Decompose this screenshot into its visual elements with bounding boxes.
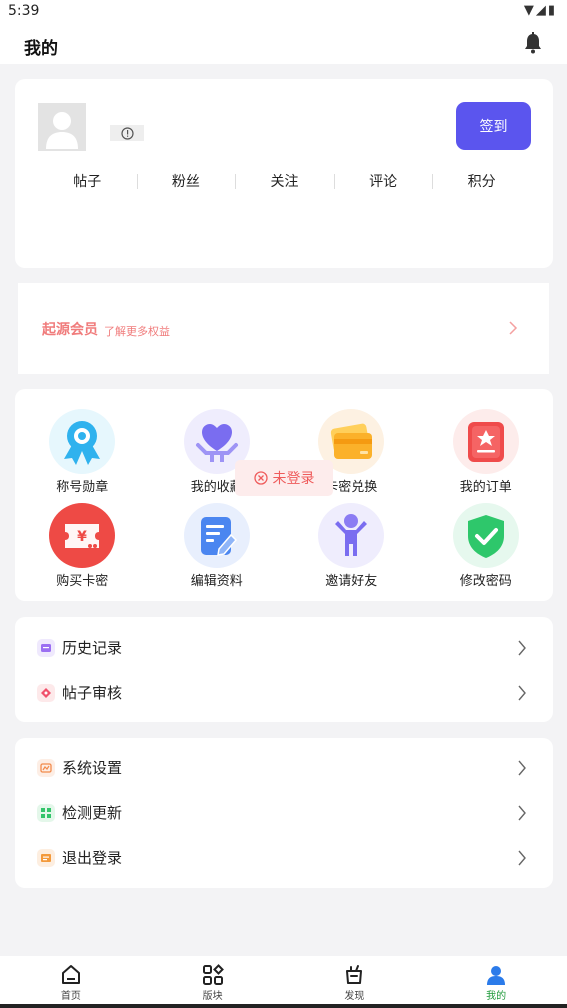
page-title: 我的 [24,39,58,59]
tab-home[interactable]: 首页 [0,956,142,1004]
stat-posts[interactable]: 帖子 [38,171,137,193]
review-icon [37,683,55,702]
grid-label: 修改密码 [459,574,512,589]
grid-label: 称号勋章 [56,480,109,495]
svg-text:¥: ¥ [77,529,87,545]
system-navigation-bar [0,1004,567,1008]
info-icon [120,126,134,140]
function-grid: 称号勋章 我的收藏 卡密兑换 我的订单 ¥ 购买卡密 编辑资料 邀请好友 修改密… [15,409,553,589]
wifi-icon: ▼ [523,3,536,18]
list-card-settings: 系统设置 检测更新 退出登录 [15,738,553,888]
row-label: 检测更新 [62,804,123,822]
grid-label: 邀请好友 [325,574,378,589]
logout-icon [37,848,55,867]
profile-icon [487,966,506,985]
bell-icon[interactable] [523,32,543,54]
list-row-logout[interactable]: 退出登录 [15,835,553,880]
chevron-right-icon [518,685,526,700]
chevron-right-icon [518,760,526,775]
tab-label: 首页 [60,991,81,1002]
tab-profile[interactable]: 我的 [425,956,567,1004]
update-icon [37,803,55,822]
status-time: 5:39 [8,3,40,19]
avatar[interactable] [38,103,86,151]
badge-icon [49,409,116,474]
row-label: 系统设置 [62,759,123,777]
tab-sections[interactable]: 版块 [142,956,284,1004]
status-bar: 5:39 ▼◢▮ [0,0,567,24]
grid-label: 我的订单 [459,480,512,495]
person-icon [318,503,385,568]
grid-label: 购买卡密 [56,574,109,589]
grid-label: 卡密兑换 [325,480,378,495]
stat-fans[interactable]: 粉丝 [136,171,236,193]
grid-item-buy-card[interactable]: ¥ 购买卡密 [15,503,150,589]
vip-subtitle: 了解更多权益 [104,325,170,338]
signal-icon: ◢ [535,3,548,18]
profile-stats: 帖子 粉丝 关注 评论 积分 [38,171,531,193]
status-icons: ▼◢▮ [524,3,557,18]
home-icon [61,965,80,984]
chevron-right-icon [518,850,526,865]
tab-label: 版块 [202,991,223,1002]
row-label: 帖子审核 [62,684,123,702]
login-info-chip[interactable] [110,125,144,141]
stat-points[interactable]: 积分 [432,171,531,193]
list-row-post-review[interactable]: 帖子审核 [15,670,553,715]
row-label: 退出登录 [62,849,123,867]
stat-comments[interactable]: 评论 [333,171,433,193]
profile-card: 签到 帖子 粉丝 关注 评论 积分 [15,79,553,268]
tab-label: 我的 [486,991,507,1002]
grid-label: 编辑资料 [190,574,243,589]
row-label: 历史记录 [62,639,123,657]
ticket-icon: ¥ [49,503,116,568]
sections-icon [202,964,224,985]
avatar-placeholder-icon [46,112,78,149]
checkin-button[interactable]: 签到 [456,102,531,150]
list-card-history: 历史记录 帖子审核 [15,617,553,722]
chevron-right-icon [518,640,526,655]
edit-icon [183,503,250,568]
chevron-right-icon [518,805,526,820]
battery-icon: ▮ [547,3,557,18]
stat-following[interactable]: 关注 [235,171,334,193]
tab-label: 发现 [344,991,365,1002]
grid-item-invite-friends[interactable]: 邀请好友 [284,503,419,589]
discover-icon [346,965,363,984]
shield-icon [452,503,519,568]
chevron-right-icon [509,321,518,335]
list-row-settings[interactable]: 系统设置 [15,745,553,790]
grid-item-change-password[interactable]: 修改密码 [419,503,554,589]
list-row-history[interactable]: 历史记录 [15,625,553,670]
bottom-tab-bar: 首页 版块 发现 我的 [0,956,567,1004]
toast-text: 未登录 [272,471,315,487]
order-icon [452,409,519,474]
tab-discover[interactable]: 发现 [284,956,426,1004]
not-logged-in-toast: 未登录 [235,460,333,496]
history-icon [37,638,55,657]
vip-banner[interactable]: 起源会员 了解更多权益 [18,283,549,374]
grid-item-edit-profile[interactable]: 编辑资料 [150,503,285,589]
grid-item-orders[interactable]: 我的订单 [419,409,554,495]
vip-title: 起源会员 [42,322,98,338]
header: 我的 [0,24,567,64]
settings-icon [37,758,55,777]
grid-item-badges[interactable]: 称号勋章 [15,409,150,495]
list-row-check-update[interactable]: 检测更新 [15,790,553,835]
close-circle-icon [253,471,268,485]
